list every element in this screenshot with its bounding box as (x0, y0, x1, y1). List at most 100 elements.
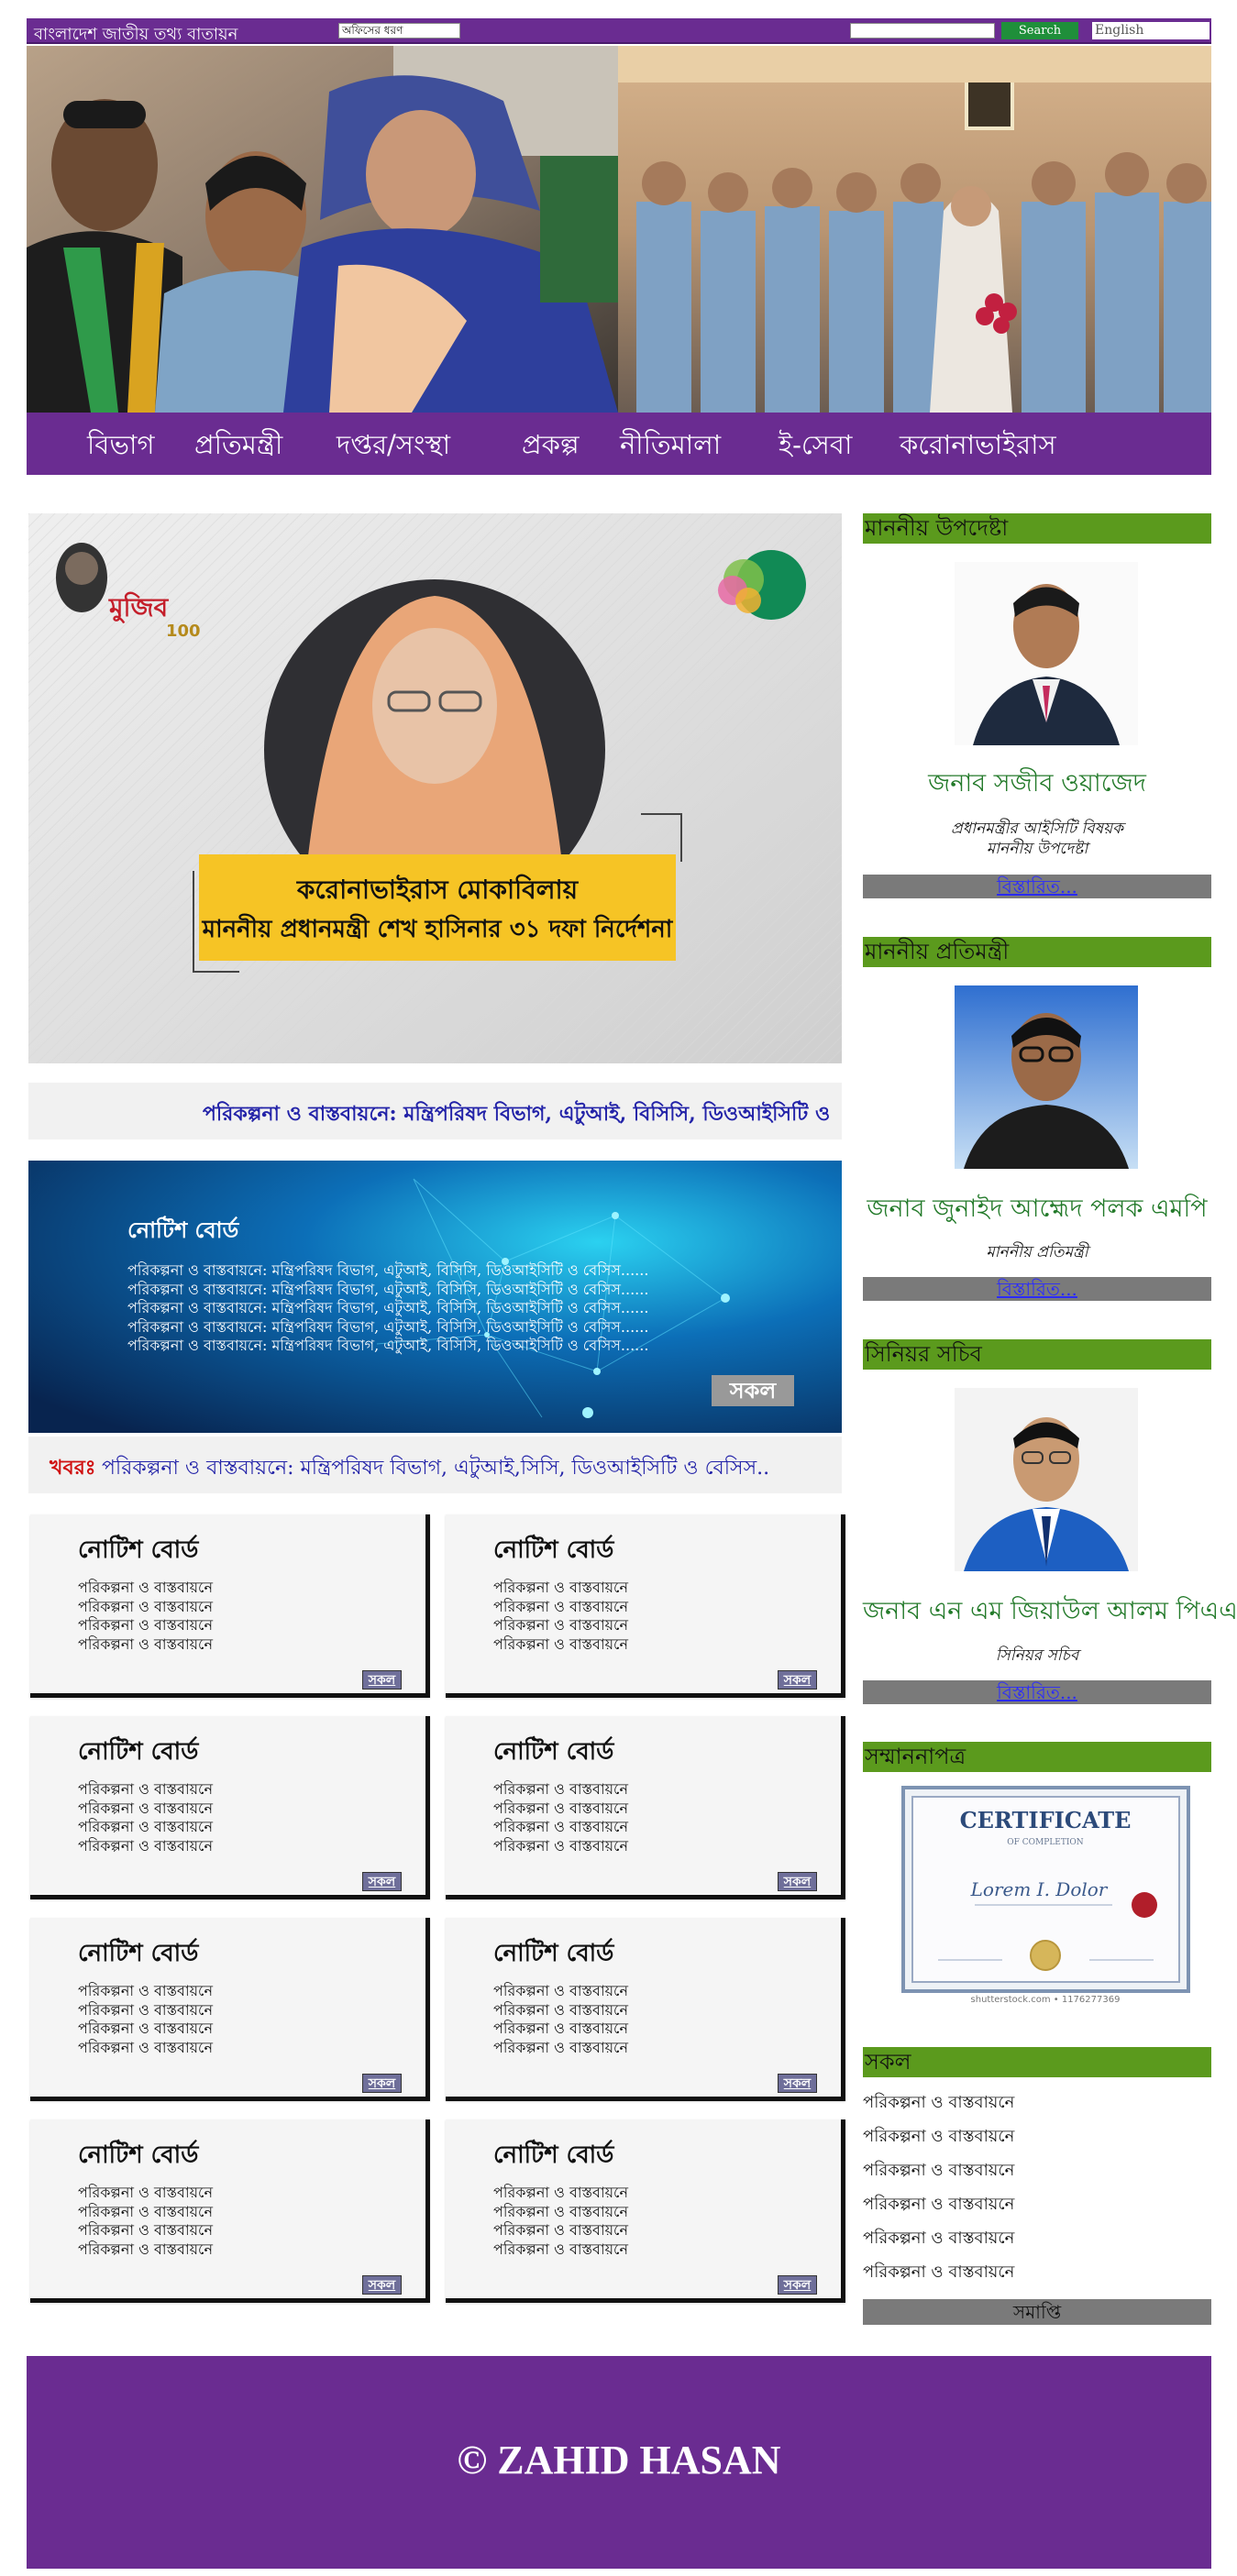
card-line[interactable]: পরিকল্পনা ও বাস্তবায়নে (493, 2221, 628, 2240)
card-line[interactable]: পরিকল্পনা ও বাস্তবায়নে (493, 1635, 628, 1655)
card-line[interactable]: পরিকল্পনা ও বাস্তবায়নে (493, 2184, 628, 2203)
top-bar: বাংলাদেশ জাতীয় তথ্য বাতায়ন অফিসের ধরণ … (27, 18, 1211, 44)
notice-lines: পরিকল্পনা ও বাস্তবায়নে: মন্ত্রিপরিষদ বি… (127, 1261, 648, 1356)
notice-line[interactable]: পরিকল্পনা ও বাস্তবায়নে: মন্ত্রিপরিষদ বি… (127, 1281, 648, 1300)
nav-item-e-services[interactable]: ই-সেবা (779, 424, 852, 469)
card-line[interactable]: পরিকল্পনা ও বাস্তবায়নে (493, 2039, 628, 2058)
card-line[interactable]: পরিকল্পনা ও বাস্তবায়নে (493, 2240, 628, 2260)
card-line[interactable]: পরিকল্পনা ও বাস্তবায়নে (78, 2221, 213, 2240)
adviser-heading: মাননীয় উপদেষ্টা (863, 513, 1211, 544)
list-end-marker: সমাপ্তি (863, 2299, 1211, 2325)
card-line[interactable]: পরিকল্পনা ও বাস্তবায়নে (78, 2001, 213, 2020)
notice-card: নোটিশ বোর্ড পরিকল্পনা ও বাস্তবায়নে পরিকল্… (30, 1918, 430, 2101)
card-line[interactable]: পরিকল্পনা ও বাস্তবায়নে (493, 1837, 628, 1856)
state-minister-details-link[interactable]: বিস্তারিত... (863, 1277, 1211, 1301)
office-type-select[interactable]: অফিসের ধরণ (338, 23, 460, 39)
card-line[interactable]: পরিকল্পনা ও বাস্তবায়নে (78, 2240, 213, 2260)
secretary-details-text[interactable]: বিস্তারিত... (997, 1681, 1077, 1703)
svg-text:Lorem I. Dolor: Lorem I. Dolor (970, 1878, 1109, 1900)
card-title: নোটিশ বোর্ড (78, 1738, 199, 1766)
card-all-button[interactable]: সকল (362, 1670, 402, 1690)
card-title: নোটিশ বোর্ড (78, 2141, 199, 2169)
card-all-button[interactable]: সকল (778, 1670, 817, 1690)
adviser-details-link[interactable]: বিস্তারিত... (863, 875, 1211, 898)
notice-line[interactable]: পরিকল্পনা ও বাস্তবায়নে: মন্ত্রিপরিষদ বি… (127, 1318, 648, 1338)
notice-board-featured: নোটিশ বোর্ড পরিকল্পনা ও বাস্তবায়নে: মন্… (28, 1161, 842, 1433)
card-line[interactable]: পরিকল্পনা ও বাস্তবায়নে (493, 1579, 628, 1598)
card-line[interactable]: পরিকল্পনা ও বাস্তবায়নে (78, 1598, 213, 1617)
search-button[interactable]: Search (1001, 22, 1078, 39)
card-title: নোটিশ বোর্ড (493, 1536, 614, 1564)
nav-item-departments[interactable]: দপ্তর/সংস্থা (337, 424, 450, 469)
corona-directive-banner[interactable]: মুজিব 100 করোনাভাইরাস মোকাবিলায় মাননীয়… (28, 513, 842, 1063)
card-line[interactable]: পরিকল্পনা ও বাস্তবায়নে (78, 2020, 213, 2039)
nav-item-state-minister[interactable]: প্রতিমন্ত্রী (194, 424, 282, 469)
card-line[interactable]: পরিকল্পনা ও বাস্তবায়নে (78, 1616, 213, 1635)
card-line[interactable]: পরিকল্পনা ও বাস্তবায়নে (78, 2203, 213, 2222)
ticker-text[interactable]: পরিকল্পনা ও বাস্তবায়নে: মন্ত্রিপরিষদ বি… (102, 1452, 769, 1486)
list-item[interactable]: পরিকল্পনা ও বাস্তবায়নে (863, 2089, 1014, 2118)
card-line[interactable]: পরিকল্পনা ও বাস্তবায়নে (493, 1616, 628, 1635)
card-lines: পরিকল্পনা ও বাস্তবায়নে পরিকল্পনা ও বাস্ত… (78, 1982, 213, 2057)
notice-line[interactable]: পরিকল্পনা ও বাস্তবায়নে: মন্ত্রিপরিষদ বি… (127, 1299, 648, 1318)
secretary-heading: সিনিয়র সচিব (863, 1339, 1211, 1370)
state-minister-role: মাননীয় প্রতিমন্ত্রী (986, 1243, 1088, 1261)
card-line[interactable]: পরিকল্পনা ও বাস্তবায়নে (78, 1837, 213, 1856)
card-line[interactable]: পরিকল্পনা ও বাস্তবায়নে (78, 1635, 213, 1655)
card-lines: পরিকল্পনা ও বাস্তবায়নে পরিকল্পনা ও বাস্ত… (78, 1579, 213, 1654)
banner-image: মুজিব 100 করোনাভাইরাস মোকাবিলায় মাননীয়… (28, 513, 842, 1063)
main-navigation: বিভাগ প্রতিমন্ত্রী দপ্তর/সংস্থা প্রকল্প … (27, 413, 1211, 475)
card-line[interactable]: পরিকল্পনা ও বাস্তবায়নে (78, 1780, 213, 1800)
secretary-details-link[interactable]: বিস্তারিত... (863, 1680, 1211, 1704)
card-line[interactable]: পরিকল্পনা ও বাস্তবায়নে (78, 1818, 213, 1837)
adviser-details-text[interactable]: বিস্তারিত... (997, 875, 1077, 897)
list-item[interactable]: পরিকল্পনা ও বাস্তবায়নে (863, 2157, 1014, 2185)
footer: © ZAHID HASAN (27, 2356, 1211, 2569)
card-line[interactable]: পরিকল্পনা ও বাস্তবায়নে (493, 1982, 628, 2001)
adviser-photo (955, 562, 1138, 745)
nav-item-division[interactable]: বিভাগ (87, 424, 154, 469)
card-line[interactable]: পরিকল্পনা ও বাস্তবায়নে (78, 1579, 213, 1598)
card-line[interactable]: পরিকল্পনা ও বাস্তবায়নে (493, 1598, 628, 1617)
card-line[interactable]: পরিকল্পনা ও বাস্তবায়নে (493, 2001, 628, 2020)
certificate-image[interactable]: CERTIFICATE OF COMPLETION Lorem I. Dolor… (901, 1786, 1190, 2006)
state-minister-details-text[interactable]: বিস্তারিত... (997, 1278, 1077, 1300)
notice-line[interactable]: পরিকল্পনা ও বাস্তবায়নে: মন্ত্রিপরিষদ বি… (127, 1261, 648, 1281)
adviser-name: জনাব সজীব ওয়াজেদ (928, 769, 1146, 798)
card-line[interactable]: পরিকল্পনা ও বাস্তবায়নে (493, 2203, 628, 2222)
list-item[interactable]: পরিকল্পনা ও বাস্তবায়নে (863, 2123, 1014, 2152)
card-line[interactable]: পরিকল্পনা ও বাস্তবায়নে (493, 1780, 628, 1800)
card-line[interactable]: পরিকল্পনা ও বাস্তবায়নে (78, 2184, 213, 2203)
state-minister-name: জনাব জুনাইদ আহ্মেদ পলক এমপি (867, 1194, 1208, 1223)
list-item[interactable]: পরিকল্পনা ও বাস্তবায়নে (863, 2191, 1014, 2219)
notice-card: নোটিশ বোর্ড পরিকল্পনা ও বাস্তবায়নে পরিকল্… (30, 2119, 430, 2303)
svg-text:100: 100 (166, 622, 201, 641)
card-title: নোটিশ বোর্ড (78, 1536, 199, 1564)
card-all-button[interactable]: সকল (778, 1872, 817, 1891)
card-line[interactable]: পরিকল্পনা ও বাস্তবায়নে (493, 1800, 628, 1819)
card-line[interactable]: পরিকল্পনা ও বাস্তবায়নে (78, 2039, 213, 2058)
card-line[interactable]: পরিকল্পনা ও বাস্তবায়নে (78, 1982, 213, 2001)
notice-line[interactable]: পরিকল্পনা ও বাস্তবায়নে: মন্ত্রিপরিষদ বি… (127, 1337, 648, 1356)
card-line[interactable]: পরিকল্পনা ও বাস্তবায়নে (493, 1818, 628, 1837)
adviser-role-line1: প্রধানমন্ত্রীর আইসিটি বিষয়ক (950, 820, 1124, 838)
card-all-button[interactable]: সকল (778, 2275, 817, 2295)
svg-text:মুজিব: মুজিব (108, 591, 170, 623)
card-all-button[interactable]: সকল (778, 2074, 817, 2093)
card-all-button[interactable]: সকল (362, 2275, 402, 2295)
search-input[interactable] (850, 23, 995, 39)
notice-card: নোটিশ বোর্ড পরিকল্পনা ও বাস্তবায়নে পরিকল্… (30, 1514, 430, 1698)
card-line[interactable]: পরিকল্পনা ও বাস্তবায়নে (78, 1800, 213, 1819)
nav-item-projects[interactable]: প্রকল্প (522, 424, 580, 469)
nav-item-coronavirus[interactable]: করোনাভাইরাস (900, 424, 1056, 469)
list-item[interactable]: পরিকল্পনা ও বাস্তবায়নে (863, 2225, 1014, 2253)
card-all-button[interactable]: সকল (362, 1872, 402, 1891)
card-line[interactable]: পরিকল্পনা ও বাস্তবায়নে (493, 2020, 628, 2039)
notice-all-button[interactable]: সকল (712, 1375, 794, 1406)
nav-item-policies[interactable]: নীতিমালা (620, 424, 721, 469)
card-all-button[interactable]: সকল (362, 2074, 402, 2093)
notice-card: নোটিশ বোর্ড পরিকল্পনা ও বাস্তবায়নে পরিকল্… (446, 2119, 845, 2303)
card-title: নোটিশ বোর্ড (493, 1738, 614, 1766)
list-item[interactable]: পরিকল্পনা ও বাস্তবায়নে (863, 2259, 1014, 2287)
english-language-link[interactable]: English (1092, 22, 1209, 39)
